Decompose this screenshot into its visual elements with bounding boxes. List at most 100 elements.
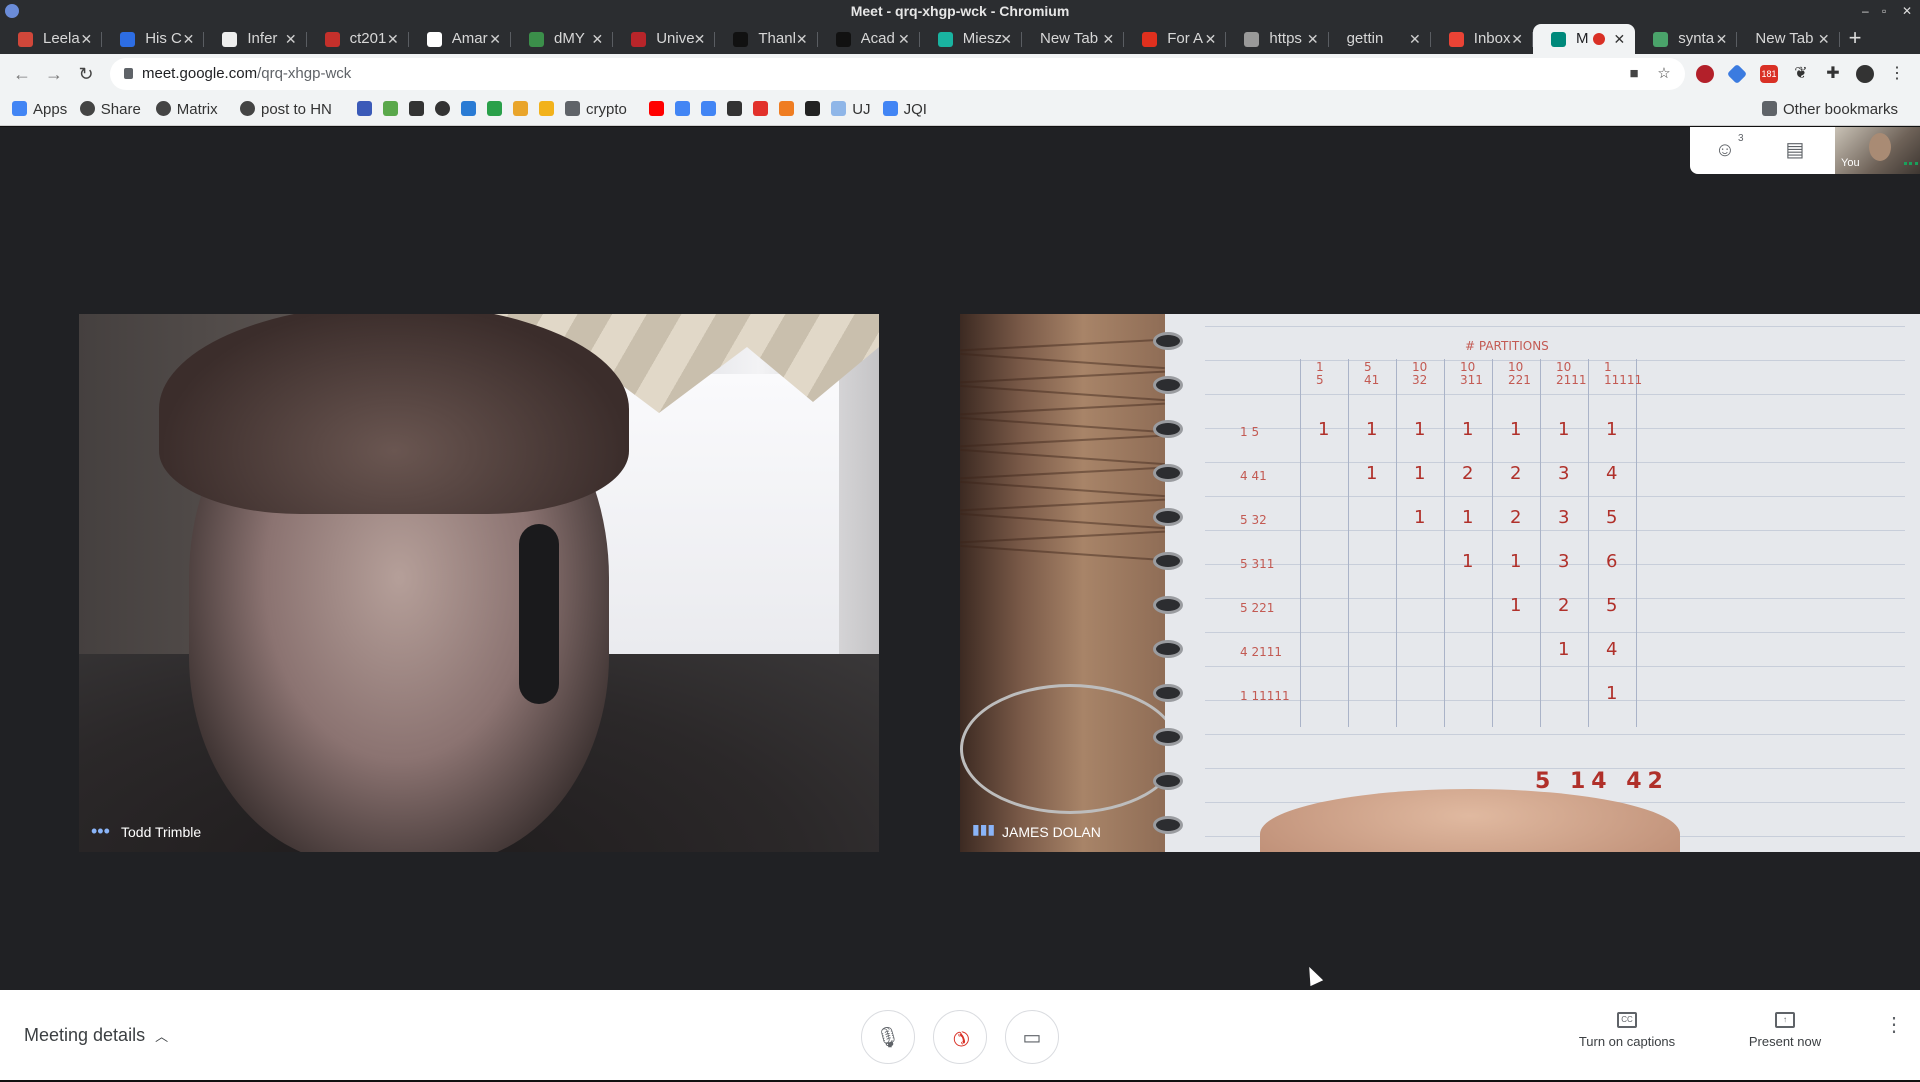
people-icon[interactable]: ☺: [1690, 127, 1760, 174]
table-cell: 1: [1414, 463, 1426, 484]
calendar-badge-extension-icon[interactable]: 181: [1760, 65, 1778, 83]
bookmark-item[interactable]: Apps: [12, 94, 67, 126]
close-tab-icon[interactable]: ✕: [1716, 24, 1728, 54]
browser-tab[interactable]: dMY ✕: [511, 24, 614, 54]
browser-tab[interactable]: synta ✕: [1635, 24, 1738, 54]
browser-tab[interactable]: Miesz ✕: [920, 24, 1022, 54]
close-tab-icon[interactable]: ✕: [80, 24, 92, 54]
diamond-extension-icon[interactable]: [1726, 63, 1748, 85]
browser-tab[interactable]: Acad ✕: [818, 24, 920, 54]
bookmark-item[interactable]: crypto: [565, 94, 627, 126]
close-tab-icon[interactable]: ✕: [1409, 24, 1421, 54]
browser-tab[interactable]: His C ✕: [102, 24, 205, 54]
close-tab-icon[interactable]: ✕: [898, 24, 910, 54]
close-tab-icon[interactable]: ✕: [1613, 24, 1625, 54]
bookmark-item[interactable]: [461, 94, 476, 126]
reload-icon[interactable]: ↻: [74, 62, 98, 86]
bookmark-item[interactable]: Share: [79, 94, 141, 126]
chat-icon[interactable]: ▤: [1760, 127, 1830, 174]
close-window-icon[interactable]: ✕: [1902, 0, 1912, 22]
bookmark-item[interactable]: [649, 94, 665, 126]
bookmark-item[interactable]: [727, 94, 743, 126]
other-bookmarks[interactable]: Other bookmarks: [1762, 94, 1898, 126]
forward-arrow-icon[interactable]: →: [42, 62, 66, 86]
browser-tab[interactable]: Infer ✕: [204, 24, 307, 54]
close-tab-icon[interactable]: ✕: [796, 24, 808, 54]
browser-tab[interactable]: ct201 ✕: [307, 24, 409, 54]
close-tab-icon[interactable]: ✕: [489, 24, 501, 54]
bookmark-item[interactable]: [357, 94, 372, 126]
browser-tab[interactable]: https ✕: [1226, 24, 1329, 54]
puzzle-extensions-icon[interactable]: ✚: [1824, 65, 1842, 83]
bookmark-item[interactable]: [513, 94, 528, 126]
meet-icon: [1551, 32, 1566, 47]
browser-menu-icon[interactable]: ⋮: [1888, 65, 1906, 83]
bookmark-item[interactable]: [753, 94, 769, 126]
browser-tab[interactable]: Leela ✕: [0, 24, 103, 54]
bookmark-item[interactable]: [701, 94, 717, 126]
close-tab-icon[interactable]: ✕: [183, 24, 195, 54]
meeting-details-button[interactable]: Meeting details ︿: [24, 990, 168, 1080]
present-now-button[interactable]: ↑ Present now: [1720, 1012, 1850, 1049]
browser-tab[interactable]: Unive ✕: [613, 24, 716, 54]
close-tab-icon[interactable]: ✕: [1000, 24, 1012, 54]
address-bar[interactable]: meet.google.com/qrq-xhgp-wck ■ ☆: [110, 58, 1685, 90]
bookmark-item[interactable]: [409, 94, 424, 126]
minimize-icon[interactable]: –: [1862, 0, 1869, 22]
more-options-icon[interactable]: ⋮: [1884, 1015, 1904, 1050]
ublock-extension-icon[interactable]: [1696, 65, 1714, 83]
browser-tab[interactable]: gettin ✕: [1329, 24, 1431, 54]
spiral-ring: [1153, 728, 1183, 746]
close-tab-icon[interactable]: ✕: [1205, 24, 1217, 54]
new-tab-plus-icon[interactable]: +: [1840, 22, 1870, 54]
close-tab-icon[interactable]: ✕: [1511, 24, 1523, 54]
leaf-extension-icon[interactable]: ❦: [1792, 65, 1810, 83]
browser-tab[interactable]: Thanl ✕: [715, 24, 818, 54]
close-tab-icon[interactable]: ✕: [1102, 24, 1114, 54]
bookmark-item[interactable]: [487, 94, 502, 126]
browser-tab[interactable]: Amar ✕: [409, 24, 511, 54]
bookmark-item[interactable]: [675, 94, 691, 126]
self-view-tile[interactable]: You: [1835, 127, 1920, 174]
close-tab-icon[interactable]: ✕: [1307, 24, 1319, 54]
browser-tab[interactable]: M ✕: [1533, 24, 1636, 54]
close-tab-icon[interactable]: ✕: [1818, 24, 1830, 54]
browser-tab[interactable]: For A ✕: [1124, 24, 1227, 54]
speaking-bars-icon: ▮▮▮: [972, 821, 996, 837]
maximize-icon[interactable]: ▫: [1882, 0, 1886, 22]
close-tab-icon[interactable]: ✕: [694, 24, 706, 54]
close-tab-icon[interactable]: ✕: [387, 24, 399, 54]
back-arrow-icon[interactable]: ←: [10, 62, 34, 86]
microphone-button[interactable]: 🎙︎: [861, 1010, 915, 1064]
url-text[interactable]: meet.google.com/qrq-xhgp-wck: [142, 58, 351, 90]
bookmark-item[interactable]: [383, 94, 398, 126]
camera-button[interactable]: ▭: [1005, 1010, 1059, 1064]
bookmark-item[interactable]: JQI: [882, 94, 927, 126]
browser-tab[interactable]: Inbox ✕: [1431, 24, 1533, 54]
participant-tile[interactable]: ••• Todd Trimble: [79, 314, 879, 852]
hang-up-button[interactable]: ✆: [933, 1010, 987, 1064]
spiral-ring: [1153, 596, 1183, 614]
self-face: [1869, 133, 1891, 161]
row-header: 4 2111: [1240, 645, 1282, 659]
bookmark-star-icon[interactable]: ☆: [1655, 66, 1673, 82]
browser-tab[interactable]: New Tab ✕: [1022, 24, 1125, 54]
square-icon: [513, 101, 528, 117]
browser-tab[interactable]: New Tab ✕: [1737, 24, 1840, 54]
profile-avatar-icon[interactable]: [1856, 65, 1874, 83]
bookmark-item[interactable]: [779, 94, 795, 126]
close-tab-icon[interactable]: ✕: [591, 24, 603, 54]
participant-tile[interactable]: # PARTITIONS 5 14 42 1 55 41 10 32 10 311 1…: [960, 314, 1920, 852]
bookmark-item[interactable]: Matrix: [155, 94, 218, 126]
mask-icon: [835, 32, 851, 47]
camera-in-use-icon[interactable]: ■: [1625, 66, 1643, 82]
spiral-ring: [1153, 816, 1183, 834]
bookmark-item[interactable]: post to HN: [240, 94, 332, 126]
bookmark-item[interactable]: [539, 94, 554, 126]
bookmark-item[interactable]: UJ: [831, 94, 871, 126]
bookmark-item[interactable]: [435, 94, 450, 126]
close-tab-icon[interactable]: ✕: [285, 24, 297, 54]
bookmark-item[interactable]: [805, 94, 821, 126]
participant-name: Todd Trimble: [121, 824, 202, 840]
captions-button[interactable]: CC Turn on captions: [1562, 1012, 1692, 1049]
